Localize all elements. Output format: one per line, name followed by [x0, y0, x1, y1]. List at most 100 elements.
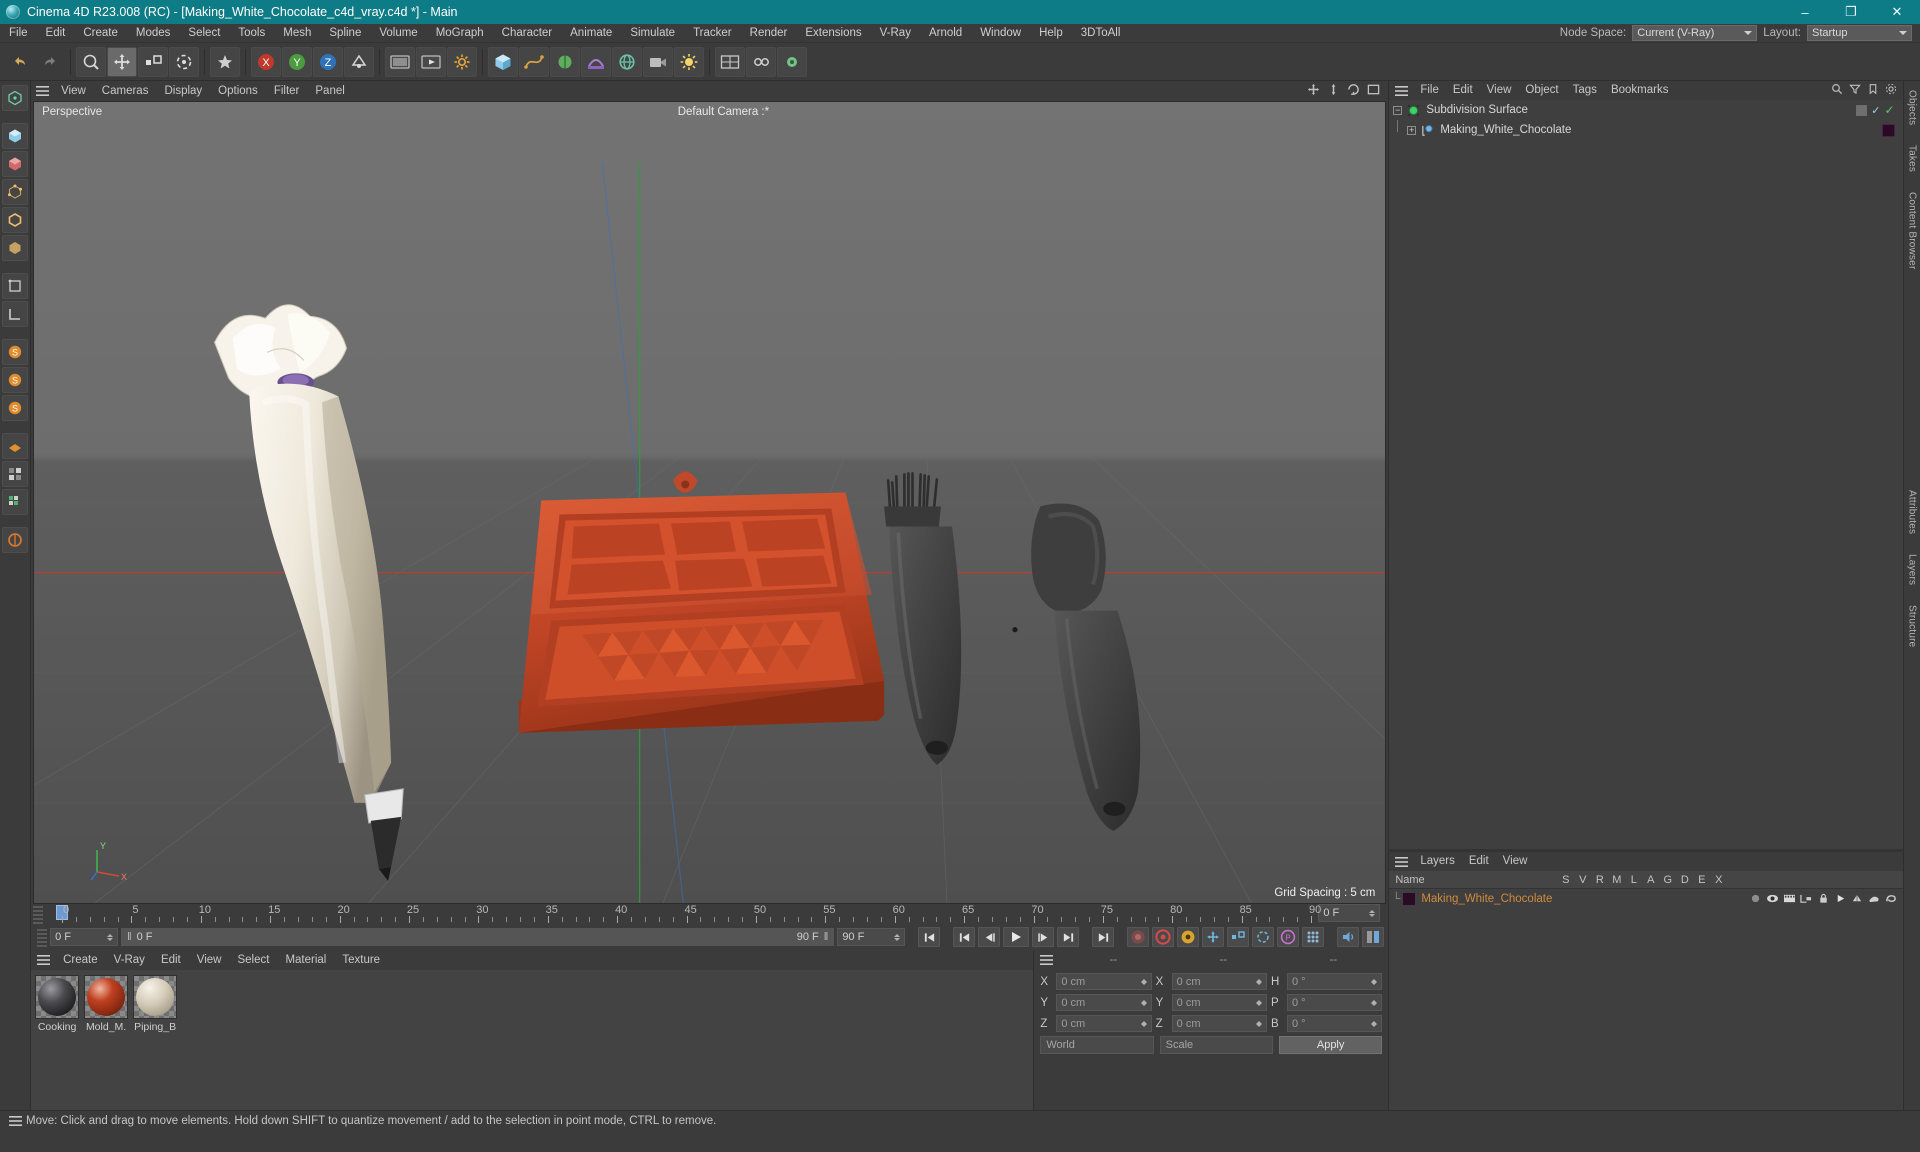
material-item[interactable]: Cooking	[35, 975, 80, 1033]
layer-column-d[interactable]: D	[1676, 874, 1693, 886]
make-editable-button[interactable]	[2, 85, 29, 111]
layer-row[interactable]: └ Making_White_Chocolate	[1389, 889, 1902, 908]
layer-column-m[interactable]: M	[1608, 874, 1625, 886]
layer-column-a[interactable]: A	[1642, 874, 1659, 886]
visibility-dot-icon[interactable]	[1856, 104, 1868, 116]
stepper-icon[interactable]	[1140, 1020, 1147, 1027]
material-thumbnail[interactable]	[133, 975, 178, 1019]
menu-item-file[interactable]: File	[0, 24, 37, 43]
timeline-ruler[interactable]: 0 5 10 15 20 25 30 35 40 45 50 55 60 65 70 75 80 85 90 0 F	[31, 904, 1389, 924]
material-item[interactable]: Mold_M.	[84, 975, 129, 1033]
range-start-handle-icon[interactable]: ‖	[127, 931, 132, 943]
next-frame-button[interactable]	[1032, 927, 1055, 947]
parameter-key-button[interactable]: P	[1277, 927, 1300, 947]
menu-item-tracker[interactable]: Tracker	[684, 24, 741, 43]
material-tag-icon[interactable]	[1881, 123, 1895, 137]
object-menu-tags[interactable]: Tags	[1566, 81, 1604, 100]
rotation-h-input[interactable]: 0 °	[1286, 973, 1383, 990]
rotate-view-icon[interactable]	[1347, 83, 1360, 99]
record-active-objects-button[interactable]	[1127, 927, 1150, 947]
viewport-layout-button[interactable]	[715, 46, 745, 77]
layer-menu-edit[interactable]: Edit	[1462, 852, 1496, 871]
position-y-input[interactable]: 0 cm	[1056, 994, 1152, 1011]
viewport-menu-options[interactable]: Options	[210, 81, 266, 101]
preview-start-field[interactable]: 0 F	[50, 928, 119, 946]
tab-attributes[interactable]: Attributes	[1905, 485, 1918, 539]
position-z-input[interactable]: 0 cm	[1056, 1015, 1152, 1032]
viewport-menu-filter[interactable]: Filter	[266, 81, 308, 101]
layer-column-s[interactable]: S	[1557, 874, 1574, 886]
object-menu-file[interactable]: File	[1413, 81, 1446, 100]
render-check-icon[interactable]: ✓	[1884, 103, 1894, 117]
material-menu-view[interactable]: View	[189, 950, 230, 970]
material-thumbnail[interactable]	[35, 975, 80, 1019]
node-space-dropdown[interactable]: Current (V-Ray)	[1632, 25, 1758, 41]
stepper-icon[interactable]	[1371, 999, 1378, 1006]
go-to-start-button[interactable]	[918, 927, 941, 947]
material-item[interactable]: Piping_B	[133, 975, 178, 1033]
viewport-menu-panel[interactable]: Panel	[307, 81, 352, 101]
settings-icon[interactable]	[1885, 83, 1897, 98]
layer-column-l[interactable]: L	[1625, 874, 1642, 886]
stepper-icon[interactable]	[894, 933, 901, 941]
viewport-menu-cameras[interactable]: Cameras	[94, 81, 157, 101]
autokeying-button[interactable]	[1152, 927, 1175, 947]
previous-frame-button[interactable]	[978, 927, 1001, 947]
coordinates-burger-icon[interactable]	[1034, 955, 1058, 965]
model-mode-button[interactable]	[2, 123, 29, 149]
tab-content-browser[interactable]: Content Browser	[1905, 187, 1918, 274]
preview-end-field[interactable]: 90 F	[837, 928, 906, 946]
world-axis-mode-button[interactable]	[2, 301, 29, 327]
layer-column-v[interactable]: V	[1574, 874, 1591, 886]
size-x-input[interactable]: 0 cm	[1171, 973, 1267, 990]
solo-toggle-icon[interactable]	[1747, 893, 1764, 904]
render-to-picture-viewer-button[interactable]	[416, 46, 446, 77]
layer-column-r[interactable]: R	[1591, 874, 1608, 886]
render-view-button[interactable]	[385, 46, 415, 77]
object-axis-mode-button[interactable]	[2, 273, 29, 299]
menu-item-mesh[interactable]: Mesh	[274, 24, 320, 43]
lock-y-axis-button[interactable]: Y	[282, 46, 312, 77]
workplane-button[interactable]	[2, 433, 29, 459]
material-menu-select[interactable]: Select	[229, 950, 277, 970]
stepper-icon[interactable]	[1255, 978, 1262, 985]
last-used-tool-button[interactable]	[210, 46, 240, 77]
tab-layers[interactable]: Layers	[1905, 549, 1918, 590]
menu-item-help[interactable]: Help	[1030, 24, 1072, 43]
layout-dropdown[interactable]: Startup	[1807, 25, 1912, 41]
pan-view-icon[interactable]	[1307, 83, 1320, 99]
play-button[interactable]	[1003, 927, 1030, 947]
menu-item-animate[interactable]: Animate	[561, 24, 621, 43]
scale-tool-button[interactable]	[138, 46, 168, 77]
material-menu-create[interactable]: Create	[55, 950, 106, 970]
previous-keyframe-button[interactable]	[953, 927, 976, 947]
stepper-icon[interactable]	[1255, 999, 1262, 1006]
add-spline-button[interactable]	[519, 46, 549, 77]
expand-collapse-icon[interactable]: −	[1393, 105, 1403, 115]
expand-collapse-icon[interactable]: +	[1407, 125, 1417, 135]
material-menu-texture[interactable]: Texture	[334, 950, 388, 970]
render-toggle-icon[interactable]	[1781, 893, 1798, 904]
deformer-toggle-icon[interactable]	[1866, 893, 1883, 904]
add-generator-button[interactable]	[550, 46, 580, 77]
maximize-viewport-icon[interactable]	[1367, 83, 1380, 99]
tab-objects[interactable]: Objects	[1905, 85, 1918, 130]
material-thumbnail[interactable]	[84, 975, 129, 1019]
redo-button[interactable]	[35, 47, 65, 77]
menu-item-arnold[interactable]: Arnold	[920, 24, 971, 43]
menu-item-character[interactable]: Character	[493, 24, 562, 43]
stepper-icon[interactable]	[1371, 978, 1378, 985]
planar-workplane-button[interactable]	[2, 489, 29, 515]
menu-item-vray[interactable]: V-Ray	[871, 24, 920, 43]
stepper-icon[interactable]	[1371, 1020, 1378, 1027]
material-menu-vray[interactable]: V-Ray	[106, 950, 153, 970]
menu-item-select[interactable]: Select	[179, 24, 229, 43]
object-row-making-white-chocolate[interactable]: + Making_White_Chocolate	[1389, 120, 1902, 140]
menu-item-render[interactable]: Render	[741, 24, 797, 43]
snap-modes-button[interactable]: S	[2, 367, 29, 393]
viewport-burger-icon[interactable]	[31, 86, 53, 96]
filter-icon[interactable]	[1848, 83, 1861, 98]
go-to-end-button[interactable]	[1092, 927, 1115, 947]
enable-snap-button[interactable]: S	[2, 339, 29, 365]
workplane-snap-button[interactable]: S	[2, 395, 29, 421]
